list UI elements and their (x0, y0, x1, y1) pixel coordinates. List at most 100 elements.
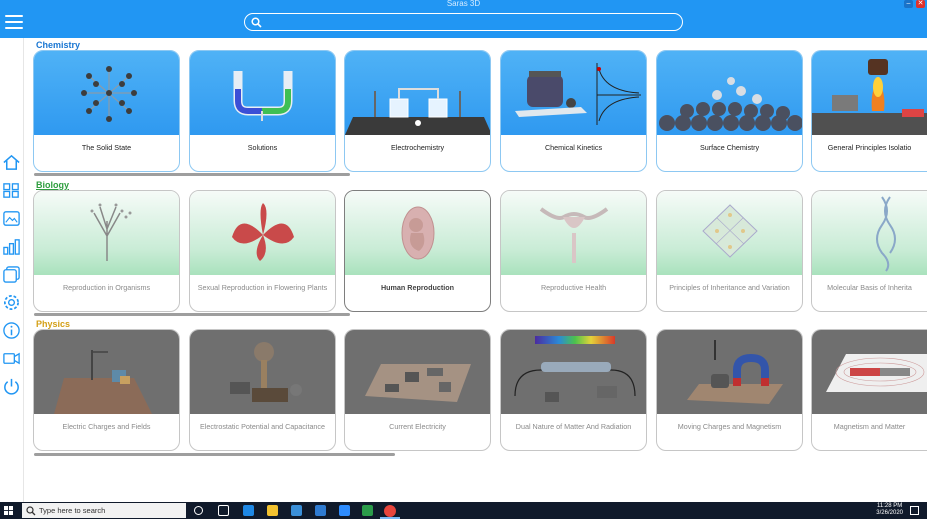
card-image (657, 51, 802, 135)
card-moving-charges-and-magnetism[interactable]: Moving Charges and Magnetism (656, 329, 803, 451)
electrochemical-cell-icon (345, 88, 490, 135)
dna-helix-icon (876, 196, 896, 272)
card-label: Reproduction in Organisms (62, 283, 151, 292)
card-image (501, 330, 646, 414)
video-icon[interactable] (2, 349, 21, 368)
biology-section-title: Biology (36, 180, 69, 190)
card-image (812, 51, 927, 135)
card-label: Electric Charges and Fields (62, 422, 151, 431)
search-icon (251, 17, 262, 28)
chemistry-section-title: Chemistry (36, 40, 81, 50)
card-image (34, 51, 179, 135)
bar-chart-icon[interactable] (2, 237, 21, 256)
card-molecular-basis-of-inheritance[interactable]: Molecular Basis of Inherita (811, 190, 927, 312)
card-label: Electrostatic Potential and Capacitance (199, 422, 326, 431)
card-electrostatic-potential-and-capacitance[interactable]: Electrostatic Potential and Capacitance (189, 329, 336, 451)
card-label: Dual Nature of Matter And Radiation (515, 422, 632, 431)
card-reproduction-in-organisms[interactable]: Reproduction in Organisms (33, 190, 180, 312)
menu-icon[interactable] (5, 15, 23, 31)
card-surface-chemistry[interactable]: Surface Chemistry (656, 50, 803, 172)
taskbar: Type here to search 11:28 PM 3/26/2020 (0, 502, 927, 519)
card-chemical-kinetics[interactable]: Chemical Kinetics (500, 50, 647, 172)
taskbar-clock[interactable]: 11:28 PM 3/26/2020 (876, 503, 903, 517)
card-reproductive-health[interactable]: Reproductive Health (500, 190, 647, 312)
furnace-icon (812, 59, 927, 135)
card-image (345, 330, 490, 414)
app-header (0, 9, 927, 38)
card-label: Molecular Basis of Inherita (827, 283, 912, 292)
card-label: Human Reproduction (380, 283, 455, 292)
task-view-icon[interactable] (218, 505, 229, 516)
card-image (657, 330, 802, 414)
card-label: Chemical Kinetics (544, 143, 603, 152)
home-icon[interactable] (2, 153, 21, 172)
power-icon[interactable] (2, 377, 21, 396)
card-label: Principles of Inheritance and Variation (669, 283, 790, 292)
taskbar-search[interactable]: Type here to search (22, 503, 186, 518)
card-label: Solutions (247, 143, 278, 152)
physics-section-title: Physics (36, 319, 71, 329)
layers-icon[interactable] (2, 265, 21, 284)
punnett-lattice-icon (702, 204, 758, 258)
card-general-principles-isolation[interactable]: General Principles Isolatio (811, 50, 927, 172)
card-electrochemistry[interactable]: Electrochemistry (344, 50, 491, 172)
card-label: Magnetism and Matter (833, 422, 906, 431)
card-dual-nature-of-matter-and-radiation[interactable]: Dual Nature of Matter And Radiation (500, 329, 647, 451)
card-image (34, 191, 179, 275)
card-label: The Solid State (81, 143, 132, 152)
search-icon (26, 506, 36, 516)
charge-stand-icon (54, 350, 152, 414)
window-title: Saras 3D (446, 0, 481, 8)
zoom-icon[interactable] (339, 505, 350, 516)
gear-icon[interactable] (2, 293, 21, 312)
mail-icon[interactable] (315, 505, 326, 516)
card-label: Sexual Reproduction in Flowering Plants (197, 283, 328, 292)
kinetics-graph-icon (515, 63, 641, 125)
card-solutions[interactable]: Solutions (189, 50, 336, 172)
info-icon[interactable] (2, 321, 21, 340)
grid-icon[interactable] (2, 181, 21, 200)
horseshoe-magnet-icon (687, 340, 783, 404)
store-icon[interactable] (291, 505, 302, 516)
card-label: Moving Charges and Magnetism (677, 422, 782, 431)
card-sexual-reproduction-in-flowering-plants[interactable]: Sexual Reproduction in Flowering Plants (189, 190, 336, 312)
close-button[interactable]: ✕ (916, 0, 925, 8)
card-label: Surface Chemistry (699, 143, 760, 152)
card-label: Reproductive Health (540, 283, 607, 292)
card-human-reproduction[interactable]: Human Reproduction (344, 190, 491, 312)
chemistry-scrollbar[interactable] (34, 173, 350, 176)
image-icon[interactable] (2, 209, 21, 228)
card-image (190, 330, 335, 414)
biology-scrollbar[interactable] (34, 313, 350, 316)
card-image (812, 191, 927, 275)
clock-time: 11:28 PM (877, 503, 903, 509)
chrome-icon[interactable] (384, 505, 396, 517)
physics-scrollbar[interactable] (34, 453, 395, 456)
card-image (657, 191, 802, 275)
card-magnetism-and-matter[interactable]: Magnetism and Matter (811, 329, 927, 451)
file-explorer-icon[interactable] (267, 505, 278, 516)
card-the-solid-state[interactable]: The Solid State (33, 50, 180, 172)
plant-spores-icon (90, 203, 132, 261)
card-label: Electrochemistry (390, 143, 445, 152)
search-box[interactable] (244, 13, 683, 31)
minimize-button[interactable]: – (904, 0, 913, 8)
edge-icon[interactable] (243, 505, 254, 516)
notifications-icon[interactable] (910, 506, 919, 515)
windows-start-icon[interactable] (4, 506, 13, 515)
fetus-in-womb-icon (401, 206, 435, 260)
card-current-electricity[interactable]: Current Electricity (344, 329, 491, 451)
card-image (190, 191, 335, 275)
card-image (34, 330, 179, 414)
cortana-icon[interactable] (194, 506, 203, 515)
lattice-model-icon (81, 66, 137, 122)
card-label: General Principles Isolatio (827, 143, 912, 152)
card-label: Current Electricity (389, 422, 446, 431)
search-input[interactable] (265, 15, 675, 29)
card-electric-charges-and-fields[interactable]: Electric Charges and Fields (33, 329, 180, 451)
card-principles-of-inheritance-and-variation[interactable]: Principles of Inheritance and Variation (656, 190, 803, 312)
card-image (190, 51, 335, 135)
app-icon[interactable] (362, 505, 373, 516)
clock-date: 3/26/2020 (876, 510, 903, 516)
bar-magnet-field-icon (826, 354, 927, 392)
